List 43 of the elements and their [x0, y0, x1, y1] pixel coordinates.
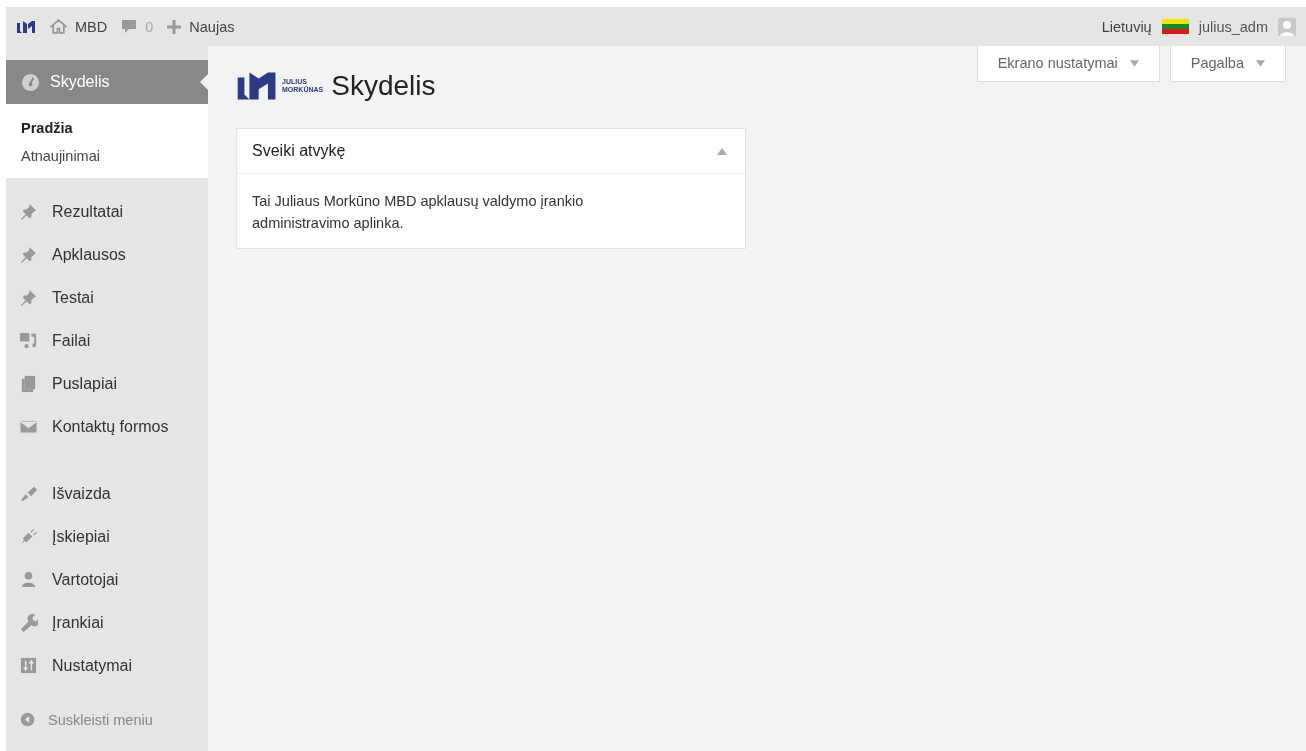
dashboard-icon — [21, 72, 40, 92]
new-link[interactable]: Naujas — [167, 18, 235, 35]
menu-item[interactable]: Vartotojai — [6, 558, 208, 601]
submenu-item[interactable]: Atnaujinimai — [6, 142, 208, 170]
sliders-icon — [19, 656, 38, 675]
home-icon — [50, 19, 67, 34]
media-icon — [19, 331, 38, 350]
plus-icon — [167, 19, 182, 34]
menu-item[interactable]: Įskiepiai — [6, 515, 208, 558]
screen-tab-button[interactable]: Ekrano nustatymai — [976, 46, 1160, 82]
menu-item[interactable]: Įrankiai — [6, 601, 208, 644]
menu-item[interactable]: Nustatymai — [6, 644, 208, 687]
pin-icon — [19, 245, 38, 264]
menu-item[interactable]: Puslapiai — [6, 362, 208, 405]
menu-item[interactable]: Testai — [6, 276, 208, 319]
menu-item[interactable]: Failai — [6, 319, 208, 362]
panel-text: Tai Juliaus Morkūno MBD apklausų valdymo įrankio administravimo aplinka. — [251, 192, 585, 233]
wrench-icon — [19, 613, 38, 632]
page-title: Skydelis — [331, 70, 436, 102]
comment-icon — [121, 19, 138, 34]
caret-icon — [1256, 59, 1265, 67]
logo-icon[interactable] — [16, 19, 36, 34]
submenu-item[interactable]: Pradžia — [6, 114, 208, 142]
menu-item[interactable]: Rezultatai — [6, 190, 208, 233]
menu-item[interactable]: Apklausos — [6, 233, 208, 276]
language-link[interactable]: Lietuvių — [1101, 18, 1152, 35]
avatar-icon[interactable] — [1278, 17, 1296, 36]
flag-icon — [1161, 19, 1189, 34]
pin-icon — [19, 202, 38, 221]
user-link[interactable]: julius_adm — [1198, 18, 1268, 35]
pin-icon — [19, 288, 38, 307]
menu-item[interactable]: Kontaktų formos — [6, 405, 208, 448]
toggle-icon[interactable] — [717, 147, 727, 155]
panel-title: Sveiki atvykę — [252, 142, 346, 160]
menu-item[interactable]: Išvaizda — [6, 472, 208, 515]
collapse-icon — [19, 711, 36, 728]
caret-icon — [1129, 59, 1139, 67]
menu-item[interactable]: Skydelis — [6, 60, 208, 104]
pages-icon — [19, 374, 38, 393]
brush-icon — [19, 484, 38, 503]
user-icon — [19, 570, 38, 589]
screen-tab-button[interactable]: Pagalba — [1169, 46, 1286, 82]
site-link[interactable]: MBD — [50, 18, 108, 35]
